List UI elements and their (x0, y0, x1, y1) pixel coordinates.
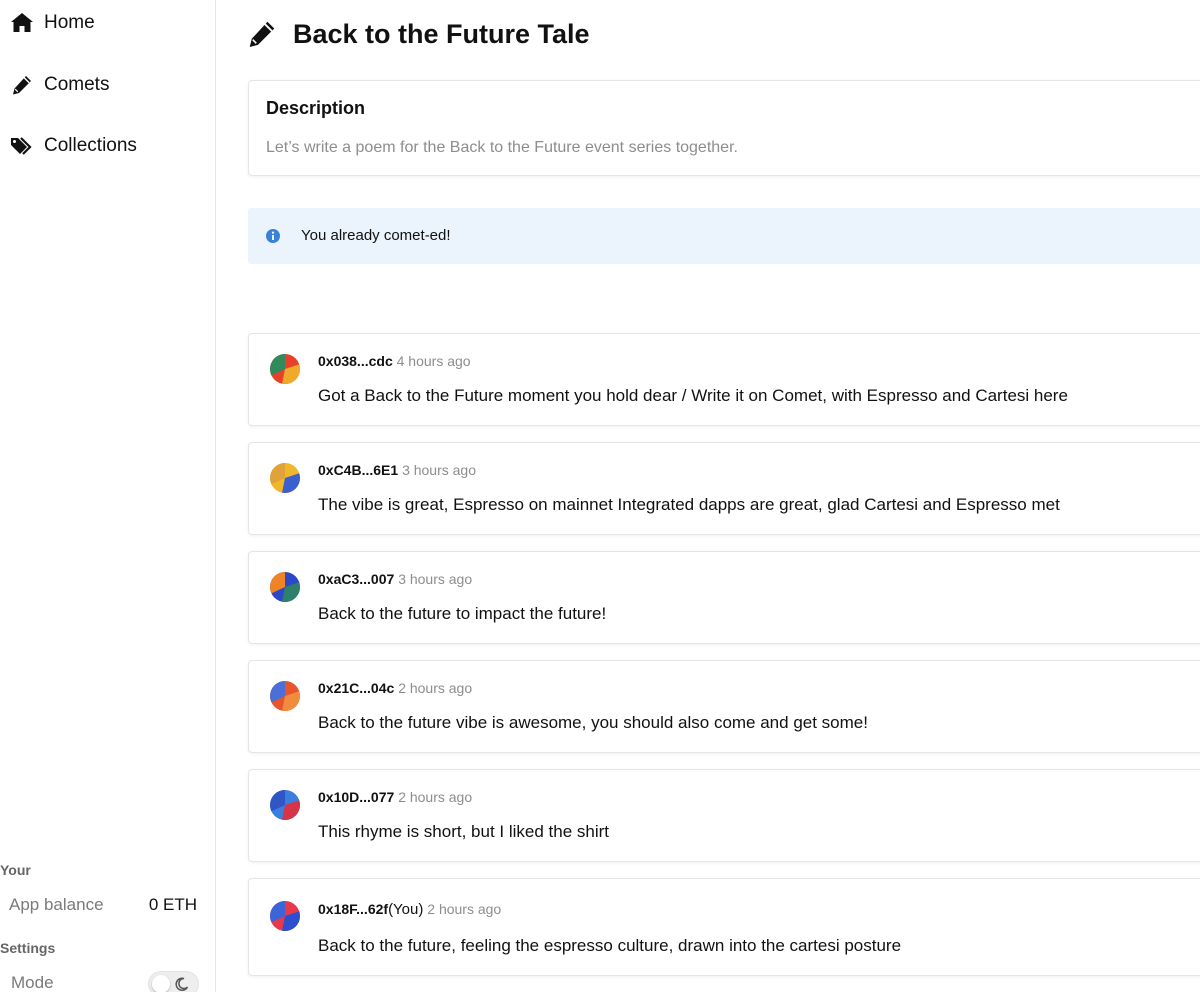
comment-address[interactable]: 0x21C...04c (318, 680, 394, 696)
tags-icon (10, 134, 34, 158)
avatar (270, 463, 300, 493)
comment-time: 2 hours ago (427, 901, 502, 917)
comment-time: 3 hours ago (398, 571, 473, 587)
comment-address[interactable]: 0xC4B...6E1 (318, 462, 398, 478)
your-section-title: Your (0, 862, 31, 878)
description-text: Let’s write a poem for the Back to the F… (266, 139, 738, 156)
info-alert: You already comet-ed! (248, 208, 1200, 264)
sidebar-item-collections[interactable]: Collections (10, 131, 137, 161)
moon-icon (174, 976, 190, 992)
you-tag: (You) (388, 901, 424, 918)
comment-text: Back to the future vibe is awesome, you … (318, 713, 868, 732)
comment-text: Back to the future, feeling the espresso… (318, 936, 902, 955)
comment-card: 0x10D...077 2 hours ago This rhyme is sh… (248, 769, 1200, 862)
comment-card: 0xC4B...6E1 3 hours ago The vibe is grea… (248, 442, 1200, 535)
comment-time: 3 hours ago (402, 462, 477, 478)
avatar (270, 901, 300, 931)
app-balance-label: App balance (9, 895, 104, 914)
comment-text: The vibe is great, Espresso on mainnet I… (318, 495, 1060, 514)
comment-address[interactable]: 0xaC3...007 (318, 571, 394, 587)
comment-text: This rhyme is short, but I liked the shi… (318, 822, 609, 841)
info-icon (265, 228, 281, 244)
comment-card: 0x038...cdc 4 hours ago Got a Back to th… (248, 333, 1200, 426)
comment-time: 2 hours ago (398, 789, 473, 805)
alert-text: You already comet-ed! (301, 227, 451, 244)
avatar (270, 790, 300, 820)
description-title: Description (266, 98, 366, 118)
mode-label: Mode (11, 973, 54, 992)
comment-text: Got a Back to the Future moment you hold… (318, 386, 1068, 405)
comment-text: Back to the future to impact the future! (318, 604, 607, 623)
comment-time: 4 hours ago (396, 353, 471, 369)
comment-address[interactable]: 0x10D...077 (318, 789, 394, 805)
pencil-icon (246, 18, 278, 50)
settings-section-title: Settings (0, 940, 56, 956)
avatar (270, 681, 300, 711)
comment-card: 0x18F...62f(You) 2 hours ago Back to the… (248, 878, 1200, 976)
avatar (270, 572, 300, 602)
avatar (270, 354, 300, 384)
comment-address[interactable]: 0x18F...62f (318, 901, 388, 917)
sidebar-item-label: Collections (44, 135, 137, 156)
mode-toggle[interactable] (148, 971, 199, 992)
app-balance-value: 0 ETH (148, 895, 197, 914)
sidebar-item-label: Home (44, 12, 95, 33)
comment-card: 0x21C...04c 2 hours ago Back to the futu… (248, 660, 1200, 753)
sidebar: Home Comets Collections Your App balance… (0, 0, 216, 992)
sidebar-item-label: Comets (44, 74, 110, 95)
toggle-knob (152, 975, 170, 992)
comment-time: 2 hours ago (398, 680, 473, 696)
description-card: Description Let’s write a poem for the B… (248, 80, 1200, 176)
home-icon (10, 11, 34, 35)
page-header: Back to the Future Tale (246, 18, 590, 50)
pencil-icon (10, 73, 34, 97)
comment-address[interactable]: 0x038...cdc (318, 353, 393, 369)
page-title: Back to the Future Tale (293, 18, 590, 49)
sidebar-item-home[interactable]: Home (10, 8, 95, 38)
comment-card: 0xaC3...007 3 hours ago Back to the futu… (248, 551, 1200, 644)
sidebar-item-comets[interactable]: Comets (10, 70, 109, 100)
